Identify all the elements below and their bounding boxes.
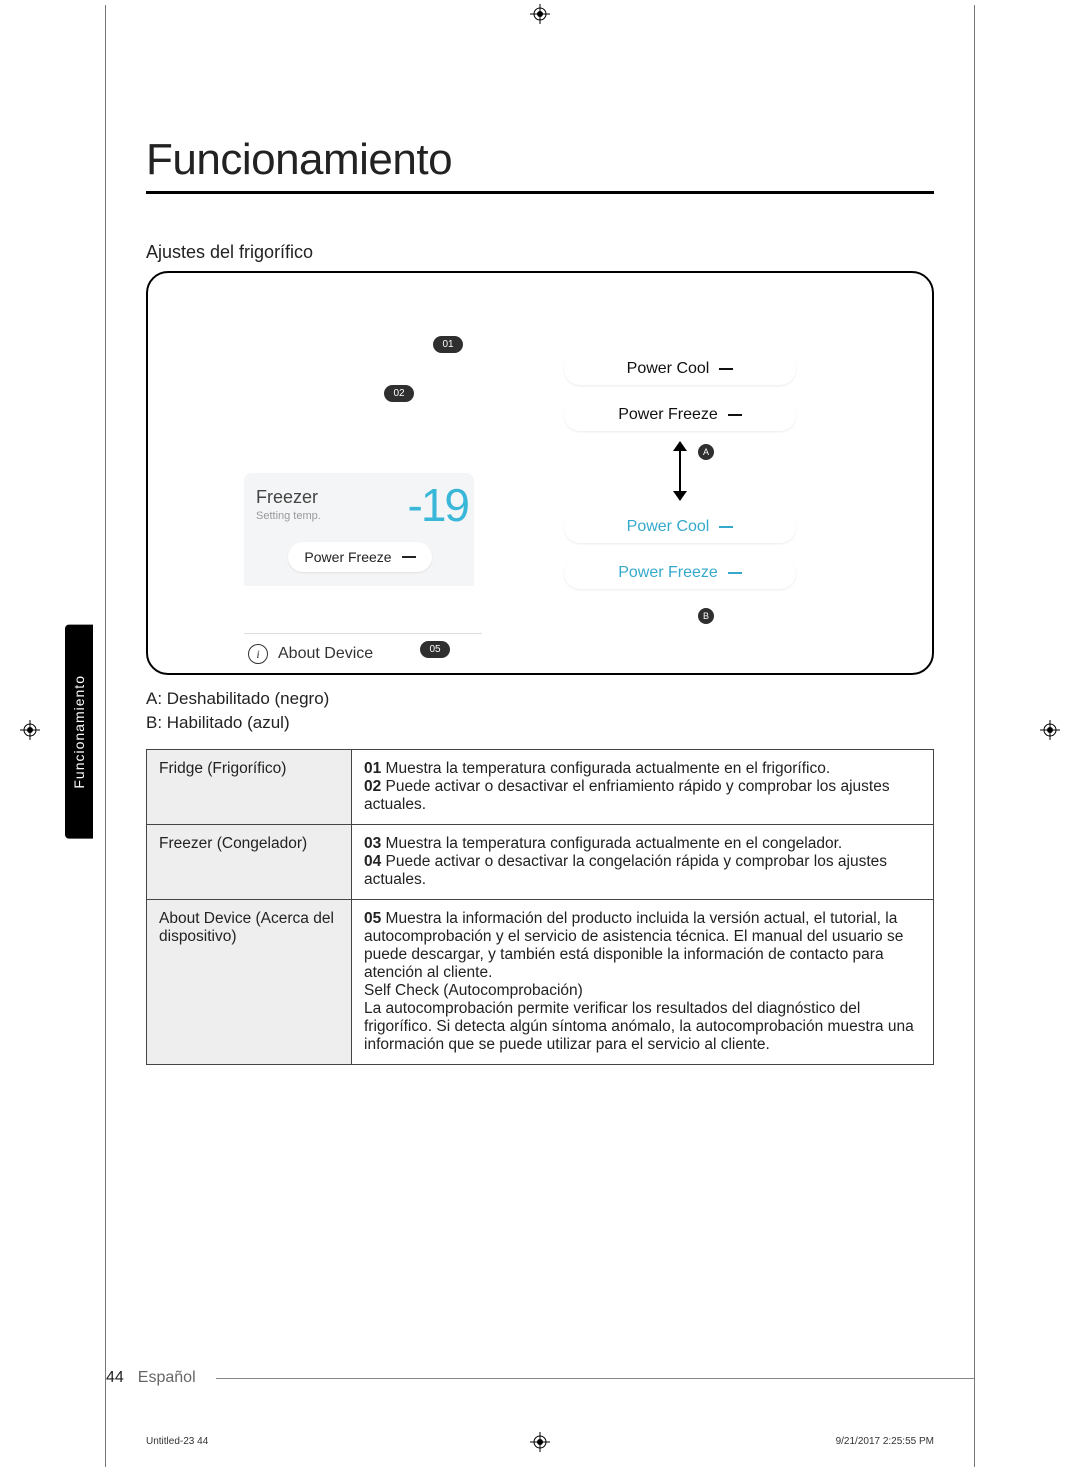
callout-num: 02 [364,778,381,795]
about-device-label: About Device [278,645,373,663]
title-rule [146,191,934,194]
side-section-tab: Funcionamiento [65,625,93,839]
freezer-label: Freezer [256,487,321,508]
about-device-row[interactable]: i About Device [244,633,482,664]
row-desc: 05 Muestra la información del producto i… [352,899,934,1064]
power-cool-pill-enabled[interactable]: Power Cool [564,511,796,543]
power-freeze-pill-card[interactable]: Power Freeze [288,542,431,572]
callout-num: 01 [364,760,381,777]
selfcheck-body: La autocomprobación permite verificar lo… [364,1000,914,1053]
desc-text: Muestra la información del producto incl… [364,910,903,981]
callout-num: 05 [364,910,381,927]
callout-02: 02 [384,385,414,402]
desc-text: Puede activar o desactivar la congelació… [364,853,887,888]
table-row: Freezer (Congelador) 03 Muestra la tempe… [147,824,934,899]
definitions-table: Fridge (Frigorífico) 01 Muestra la tempe… [146,749,934,1065]
legend-a: A: Deshabilitado (negro) [146,687,934,711]
callout-num: 03 [364,835,381,852]
minus-icon [402,556,416,558]
power-cool-label: Power Cool [627,518,710,536]
info-icon: i [248,644,268,664]
power-freeze-label: Power Freeze [304,549,391,565]
minus-icon [719,368,733,370]
power-freeze-pill-disabled[interactable]: Power Freeze [564,399,796,431]
page-title: Funcionamiento [146,135,934,185]
registration-mark-icon [1040,720,1060,740]
power-freeze-label: Power Freeze [618,406,718,424]
legend-b: B: Habilitado (azul) [146,711,934,735]
language-label: Español [138,1369,196,1387]
power-freeze-pill-enabled[interactable]: Power Freeze [564,557,796,589]
state-column: Power Cool Power Freeze Power Cool Power… [538,353,822,589]
table-row: About Device (Acerca del dispositivo) 05… [147,899,934,1064]
print-meta-left: Untitled-23 44 [146,1436,208,1447]
double-arrow-icon [538,441,822,501]
minus-icon [728,572,742,574]
registration-mark-icon [20,720,40,740]
screen-illustration: 01 02 03 04 05 A B Freezer Setting temp.… [146,271,934,675]
table-row: Fridge (Frigorífico) 01 Muestra la tempe… [147,749,934,824]
desc-text: Muestra la temperatura configurada actua… [381,835,842,852]
freezer-card: Freezer Setting temp. -19 Power Freeze [244,473,474,586]
callout-num: 04 [364,853,381,870]
print-meta-right: 9/21/2017 2:25:55 PM [836,1436,934,1447]
row-label: Freezer (Congelador) [147,824,352,899]
legend: A: Deshabilitado (negro) B: Habilitado (… [146,687,934,735]
callout-01: 01 [433,336,463,353]
row-label: About Device (Acerca del dispositivo) [147,899,352,1064]
desc-text: Muestra la temperatura configurada actua… [381,760,830,777]
page-number: 44 [106,1369,124,1387]
row-label: Fridge (Frigorífico) [147,749,352,824]
footer-rule [216,1378,974,1379]
power-cool-label: Power Cool [627,360,710,378]
minus-icon [728,414,742,416]
desc-text: Puede activar o desactivar el enfriamien… [364,778,890,813]
freezer-temp-value: -19 [408,487,468,524]
callout-B: B [698,608,714,624]
row-desc: 01 Muestra la temperatura configurada ac… [352,749,934,824]
minus-icon [719,526,733,528]
row-desc: 03 Muestra la temperatura configurada ac… [352,824,934,899]
power-freeze-label: Power Freeze [618,564,718,582]
section-subhead: Ajustes del frigorífico [146,242,934,263]
selfcheck-title: Self Check (Autocomprobación) [364,982,583,999]
power-cool-pill-disabled[interactable]: Power Cool [564,353,796,385]
page-footer: 44 Español [106,1369,974,1387]
page-body: Funcionamiento Ajustes del frigorífico 0… [105,5,975,1467]
setting-temp-label: Setting temp. [256,510,321,522]
